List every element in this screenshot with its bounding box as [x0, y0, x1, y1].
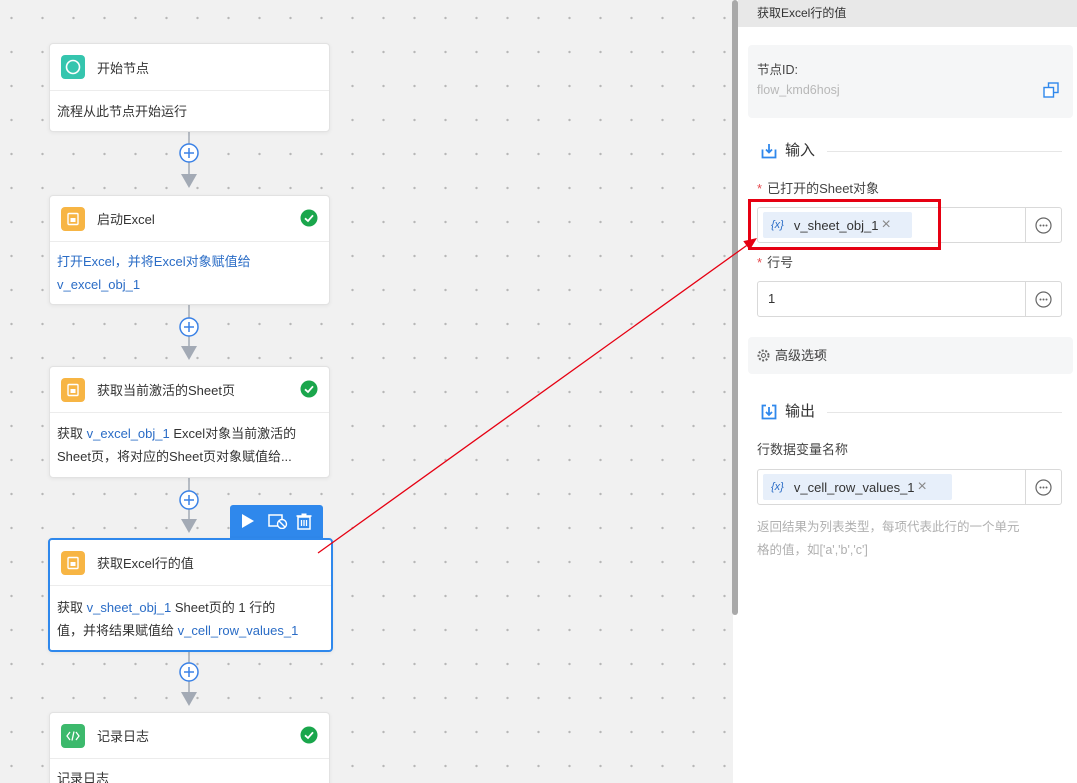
output-section-header: 输出: [761, 402, 1062, 422]
node-header: 记录日志: [50, 713, 329, 759]
node-id-value: flow_kmd6hosj: [757, 83, 840, 97]
add-node-button[interactable]: [179, 317, 199, 337]
copy-icon[interactable]: [1043, 82, 1059, 98]
success-check-icon: [300, 380, 318, 398]
node-text: 获取: [57, 426, 87, 441]
label-text: 行号: [767, 255, 794, 270]
node-title: 记录日志: [97, 729, 150, 744]
excel-file-icon: [61, 377, 85, 402]
more-circle-icon: [1035, 290, 1052, 308]
row-number-field[interactable]: 1: [757, 281, 1062, 317]
node-description: 获取 v_excel_obj_1 Excel对象当前激活的 Sheet页，将对应…: [50, 413, 329, 476]
connector-arrowhead: [181, 519, 197, 533]
node-text: 获取: [57, 600, 87, 615]
row-number-label: * 行号: [757, 254, 793, 271]
node-title: 获取当前激活的Sheet页: [97, 383, 235, 398]
section-divider: [827, 412, 1062, 413]
close-icon[interactable]: ×: [918, 479, 927, 495]
node-text: Excel对象当前激活的: [169, 426, 297, 441]
start-circle-icon: [61, 55, 85, 79]
connector-arrowhead: [181, 346, 197, 360]
section-divider: [827, 151, 1062, 152]
variable-icon: {x}: [771, 219, 784, 231]
flow-canvas[interactable]: 开始节点 流程从此节点开始运行 启动Excel 打开Excel，并将Excel对…: [0, 0, 733, 783]
code-icon: [61, 723, 85, 748]
variable-chip[interactable]: {x} v_cell_row_values_1 ×: [763, 474, 952, 500]
variable-link: v_sheet_obj_1: [86, 600, 172, 615]
chevron-down-icon: [814, 353, 823, 358]
close-icon[interactable]: ×: [881, 217, 890, 233]
node-text: Sheet页的 1 行的: [171, 600, 276, 615]
chip-value: v_cell_row_values_1: [793, 479, 915, 495]
panel-title: 获取Excel行的值: [738, 0, 1077, 27]
node-header: 启动Excel: [50, 196, 329, 242]
node-description: 流程从此节点开始运行: [50, 91, 329, 131]
node-text: Sheet页，将对应的Sheet页对象赋值给...: [57, 449, 292, 464]
output-section-title: 输出: [785, 403, 816, 420]
connector-arrowhead: [181, 692, 197, 706]
node-text: 流程从此节点开始运行: [57, 104, 188, 119]
node-title: 启动Excel: [97, 212, 155, 227]
advanced-options-toggle[interactable]: 高级选项: [748, 337, 1073, 374]
add-node-button[interactable]: [179, 143, 199, 163]
add-node-button[interactable]: [179, 490, 199, 510]
flow-node-launch-excel[interactable]: 启动Excel 打开Excel，并将Excel对象赋值给 v_excel_obj…: [49, 195, 330, 305]
sheet-object-field[interactable]: {x} v_sheet_obj_1 ×: [757, 207, 1062, 243]
node-description: 获取 v_sheet_obj_1 Sheet页的 1 行的 值，并将结果赋值给 …: [50, 586, 331, 650]
variable-link: v_cell_row_values_1: [177, 623, 299, 638]
variable-icon: {x}: [771, 481, 784, 493]
gear-icon: [757, 349, 770, 362]
flow-node-start[interactable]: 开始节点 流程从此节点开始运行: [49, 43, 330, 132]
flow-node-get-row-values[interactable]: 获取Excel行的值 获取 v_sheet_obj_1 Sheet页的 1 行的…: [48, 538, 333, 652]
excel-file-icon: [61, 550, 85, 575]
node-title: 获取Excel行的值: [97, 556, 194, 571]
play-icon[interactable]: [241, 513, 255, 529]
required-mark: *: [757, 181, 763, 196]
required-mark: *: [757, 255, 763, 270]
properties-panel: 获取Excel行的值 节点ID: flow_kmd6hosj 输入 * 已打开的S…: [738, 0, 1077, 783]
flow-node-get-active-sheet[interactable]: 获取当前激活的Sheet页 获取 v_excel_obj_1 Excel对象当前…: [49, 366, 330, 478]
more-options-button[interactable]: [1025, 208, 1061, 242]
row-data-variable-label: 行数据变量名称: [757, 442, 849, 457]
input-section-title: 输入: [785, 142, 816, 159]
more-options-button[interactable]: [1025, 282, 1061, 316]
node-text: 记录日志: [57, 771, 110, 783]
label-text: 已打开的Sheet对象: [767, 181, 880, 196]
node-header: 开始节点: [50, 44, 329, 91]
excel-file-icon: [61, 206, 85, 231]
node-id-card: 节点ID: flow_kmd6hosj: [748, 45, 1073, 118]
node-text: 值，并将结果赋值给: [57, 623, 178, 638]
more-options-button[interactable]: [1025, 470, 1061, 504]
node-title: 开始节点: [97, 60, 150, 76]
success-check-icon: [300, 726, 318, 744]
connector-arrowhead: [181, 174, 197, 188]
node-description: 记录日志: [50, 759, 329, 783]
variable-link: v_excel_obj_1: [86, 426, 170, 441]
more-circle-icon: [1035, 216, 1052, 234]
delete-icon[interactable]: [296, 513, 312, 530]
variable-link: v_excel_obj_1: [57, 277, 141, 292]
help-line: 格的值，如['a','b','c']: [757, 543, 868, 557]
more-circle-icon: [1035, 478, 1052, 496]
node-description: 打开Excel，并将Excel对象赋值给 v_excel_obj_1: [50, 242, 329, 304]
node-header: 获取Excel行的值: [50, 540, 331, 586]
output-tray-icon: [761, 404, 777, 420]
node-header: 获取当前激活的Sheet页: [50, 367, 329, 413]
chip-value: v_sheet_obj_1: [793, 217, 879, 233]
node-text: 打开Excel，并将Excel对象赋值给: [57, 254, 251, 269]
node-id-label: 节点ID:: [757, 63, 798, 77]
input-section-header: 输入: [761, 141, 1062, 161]
add-node-button[interactable]: [179, 662, 199, 682]
node-toolbar: [230, 505, 323, 538]
variable-chip[interactable]: {x} v_sheet_obj_1 ×: [763, 212, 912, 238]
success-check-icon: [300, 209, 318, 227]
flow-node-log[interactable]: 记录日志 记录日志: [49, 712, 330, 783]
disable-icon[interactable]: [268, 513, 288, 529]
output-help-text: 返回结果为列表类型，每项代表此行的一个单元 格的值，如['a','b','c']: [757, 516, 1020, 562]
input-tray-icon: [761, 144, 777, 159]
row-data-variable-field[interactable]: {x} v_cell_row_values_1 ×: [757, 469, 1062, 505]
row-number-value[interactable]: 1: [768, 282, 775, 316]
sheet-object-label: * 已打开的Sheet对象: [757, 180, 879, 197]
help-line: 返回结果为列表类型，每项代表此行的一个单元: [757, 520, 1020, 534]
